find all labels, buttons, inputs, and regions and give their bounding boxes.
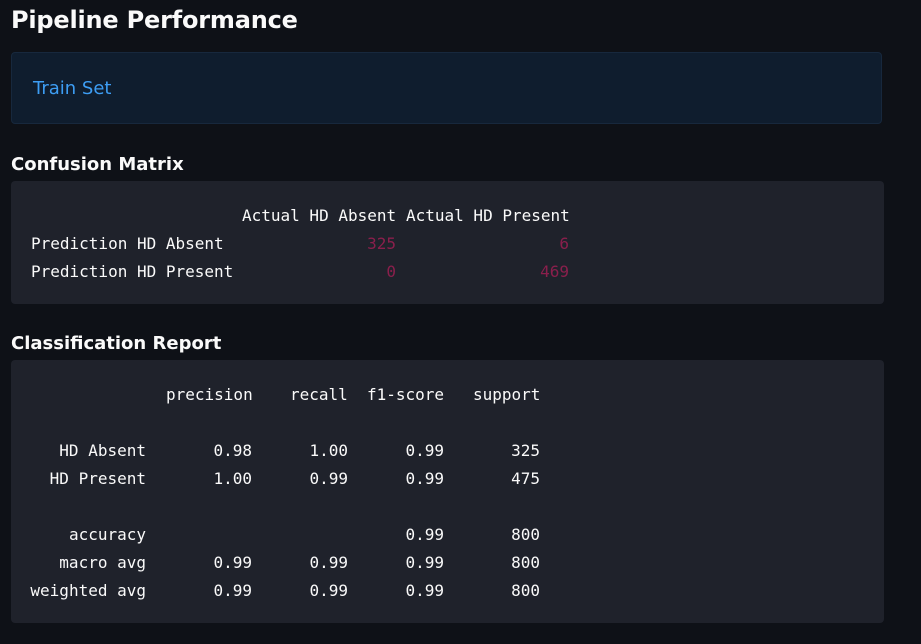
cr-cell-value: 325	[511, 441, 540, 460]
classification-report-block: precision recall f1-score support HD Abs…	[11, 360, 884, 623]
cr-cell-value: 0.99	[405, 469, 444, 488]
cm-col-header-present: Actual HD Present	[406, 206, 570, 225]
cr-col-header: f1-score	[367, 385, 445, 404]
cr-cell-value: 0.98	[213, 441, 252, 460]
cr-cell-value: 1.00	[213, 469, 252, 488]
cr-cell-value: 0.99	[309, 581, 348, 600]
cr-cell-value: 0.99	[405, 441, 444, 460]
cr-cell-value: 0.99	[405, 525, 444, 544]
cr-cell-value: 0.99	[309, 469, 348, 488]
page-title: Pipeline Performance	[11, 6, 298, 34]
cr-summary-label: weighted avg	[30, 581, 146, 600]
cr-cell-value: 475	[511, 469, 540, 488]
cr-cell-value: 800	[511, 581, 540, 600]
cm-col-header-absent: Actual HD Absent	[242, 206, 397, 225]
cr-cell-value: 800	[511, 525, 540, 544]
cr-cell-value: 800	[511, 553, 540, 572]
cm-row-label: Prediction HD Present	[31, 262, 234, 281]
cr-col-header: precision	[166, 385, 253, 404]
cr-row-label: HD Present	[49, 469, 146, 488]
confusion-matrix-title: Confusion Matrix	[11, 154, 184, 175]
cm-cell-value: 325	[367, 234, 396, 253]
cr-summary-label: macro avg	[59, 553, 146, 572]
cr-col-header: support	[473, 385, 541, 404]
cm-row-label: Prediction HD Absent	[31, 234, 224, 253]
cr-summary-label: accuracy	[68, 525, 146, 544]
cr-row-label: HD Absent	[59, 441, 146, 460]
cm-cell-value: 469	[540, 262, 569, 281]
info-box: Train Set	[11, 52, 882, 124]
cr-col-header: recall	[290, 385, 348, 404]
cm-cell-value: 0	[386, 262, 396, 281]
cr-cell-value: 1.00	[309, 441, 348, 460]
info-text: Train Set	[33, 78, 112, 99]
cr-cell-value: 0.99	[405, 553, 444, 572]
confusion-matrix-block: Actual HD Absent Actual HD Present Predi…	[11, 181, 884, 304]
cr-cell-value: 0.99	[405, 581, 444, 600]
cm-cell-value: 6	[559, 234, 569, 253]
cr-cell-value: 0.99	[309, 553, 348, 572]
cr-cell-value: 0.99	[213, 553, 252, 572]
cr-cell-value: 0.99	[213, 581, 252, 600]
classification-report-title: Classification Report	[11, 333, 222, 354]
